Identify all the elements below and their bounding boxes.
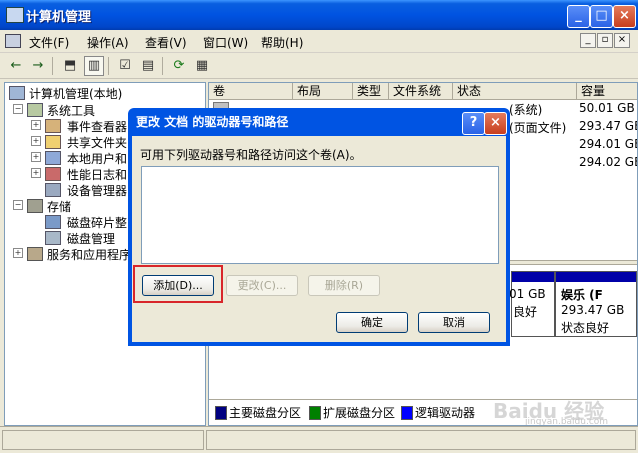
row-status: (系统)	[509, 103, 543, 117]
minimize-button[interactable]: _	[567, 5, 590, 28]
row-capacity: 293.47 GB	[579, 119, 638, 133]
export-list-icon[interactable]: ▤	[138, 56, 158, 76]
device-manager-icon	[45, 183, 61, 197]
toolbar-separator	[52, 57, 53, 75]
legend-label: 主要磁盘分区	[229, 406, 302, 420]
toolbar-separator	[108, 57, 109, 75]
status-panel	[2, 430, 204, 450]
computer-management-icon	[6, 7, 24, 23]
legend-label: 逻辑驱动器	[415, 406, 476, 420]
toolbar-separator	[162, 57, 163, 75]
legend-label: 扩展磁盘分区	[323, 406, 396, 420]
primary-partition-bar	[556, 272, 636, 282]
tree-device-manager[interactable]: 设备管理器	[67, 182, 127, 199]
tree-system-tools[interactable]: 系统工具	[47, 102, 95, 119]
tree-services[interactable]: 服务和应用程序	[47, 246, 131, 263]
maximize-button[interactable]: □	[590, 5, 613, 28]
tree-disk-management[interactable]: 磁盘管理	[67, 230, 115, 247]
shared-folder-icon	[45, 135, 61, 149]
menu-file[interactable]: 文件(F)	[29, 34, 69, 51]
primary-partition-swatch	[215, 406, 227, 420]
partition-size: 293.47 GB	[561, 303, 625, 317]
mdi-restore-button[interactable]: ▫	[597, 33, 613, 48]
computer-icon	[9, 86, 25, 100]
dialog-close-button[interactable]: ×	[484, 112, 507, 135]
column-header-layout[interactable]: 布局	[293, 83, 353, 100]
ok-button[interactable]: 确定	[336, 312, 408, 333]
tree-local-users[interactable]: 本地用户和	[67, 150, 127, 167]
menu-help[interactable]: 帮助(H)	[261, 34, 303, 51]
menu-action[interactable]: 操作(A)	[87, 34, 129, 51]
drive-path-list[interactable]	[141, 166, 499, 264]
disk-management-icon	[45, 231, 61, 245]
change-drive-letter-dialog: 更改 文档 的驱动器号和路径 ? × 可用下列驱动器号和路径访问这个卷(A)。 …	[128, 108, 510, 346]
column-header-capacity[interactable]: 容量	[577, 83, 637, 100]
column-header-type[interactable]: 类型	[353, 83, 389, 100]
tree-defrag[interactable]: 磁盘碎片整	[67, 214, 127, 231]
row-status: (页面文件)	[509, 121, 567, 135]
column-header-status[interactable]: 状态	[453, 83, 577, 100]
remove-button[interactable]: 删除(R)	[308, 275, 380, 296]
show-tree-icon[interactable]: ▥	[84, 56, 104, 76]
partition-status: 状态良好	[561, 321, 610, 335]
status-panel	[206, 430, 636, 450]
expand-icon[interactable]: +	[13, 248, 23, 258]
defrag-icon	[45, 215, 61, 229]
tree-root[interactable]: 计算机管理(本地)	[29, 85, 122, 102]
storage-icon	[27, 199, 43, 213]
logical-drive-swatch	[401, 406, 413, 420]
users-icon	[45, 151, 61, 165]
partition-size: 01 GB	[509, 287, 546, 301]
toolbar: ← → ⬒ ▥ ☑ ▤ ⟳ ▦	[0, 53, 638, 79]
expand-icon[interactable]: +	[31, 152, 41, 162]
row-capacity: 294.02 GB	[579, 155, 638, 169]
dialog-instruction: 可用下列驱动器号和路径访问这个卷(A)。	[140, 148, 362, 162]
partition-name: 娱乐 (F	[561, 288, 603, 302]
tree-event-viewer[interactable]: 事件查看器	[67, 118, 127, 135]
dialog-body: 可用下列驱动器号和路径访问这个卷(A)。 添加(D)... 更改(C)... 删…	[132, 136, 506, 342]
column-header-volume[interactable]: 卷	[209, 83, 293, 100]
tree-storage[interactable]: 存储	[47, 198, 71, 215]
tools-icon	[27, 103, 43, 117]
mdi-window-icon[interactable]	[5, 34, 21, 48]
primary-partition-bar	[512, 272, 554, 282]
add-button[interactable]: 添加(D)...	[142, 275, 214, 296]
window-title: 计算机管理	[26, 10, 92, 25]
menu-view[interactable]: 查看(V)	[145, 34, 187, 51]
menu-bar: 文件(F) 操作(A) 查看(V) 窗口(W) 帮助(H) _ ▫ ×	[0, 30, 638, 53]
collapse-icon[interactable]: −	[13, 200, 23, 210]
mdi-close-button[interactable]: ×	[614, 33, 630, 48]
menu-window[interactable]: 窗口(W)	[203, 34, 248, 51]
close-button[interactable]: ×	[613, 5, 636, 28]
column-header-filesystem[interactable]: 文件系统	[389, 83, 453, 100]
dialog-title[interactable]: 更改 文档 的驱动器号和路径	[132, 108, 506, 136]
change-button[interactable]: 更改(C)...	[226, 275, 298, 296]
row-capacity: 294.01 GB	[579, 137, 638, 151]
status-bar	[0, 426, 638, 453]
dialog-help-button[interactable]: ?	[462, 112, 485, 135]
refresh-icon[interactable]: ⟳	[169, 56, 189, 76]
properties-icon[interactable]: ☑	[115, 56, 135, 76]
forward-arrow-icon[interactable]: →	[28, 56, 48, 76]
expand-icon[interactable]: +	[31, 168, 41, 178]
cancel-button[interactable]: 取消	[418, 312, 490, 333]
title-bar[interactable]: 计算机管理 _ □ ×	[0, 0, 638, 30]
up-folder-icon[interactable]: ⬒	[60, 56, 80, 76]
partition-status: 良好	[513, 305, 538, 319]
watermark-url: jingyan.baidu.com	[525, 417, 609, 426]
performance-icon	[45, 167, 61, 181]
services-icon	[27, 247, 43, 261]
expand-icon[interactable]: +	[31, 120, 41, 130]
event-viewer-icon	[45, 119, 61, 133]
tree-shared-folders[interactable]: 共享文件夹	[67, 134, 127, 151]
collapse-icon[interactable]: −	[13, 104, 23, 114]
expand-icon[interactable]: +	[31, 136, 41, 146]
back-arrow-icon[interactable]: ←	[6, 56, 26, 76]
mdi-minimize-button[interactable]: _	[580, 33, 596, 48]
tree-perf-logs[interactable]: 性能日志和	[67, 166, 127, 183]
row-capacity: 50.01 GB	[579, 101, 635, 115]
extended-partition-swatch	[309, 406, 321, 420]
help-topics-icon[interactable]: ▦	[192, 56, 212, 76]
